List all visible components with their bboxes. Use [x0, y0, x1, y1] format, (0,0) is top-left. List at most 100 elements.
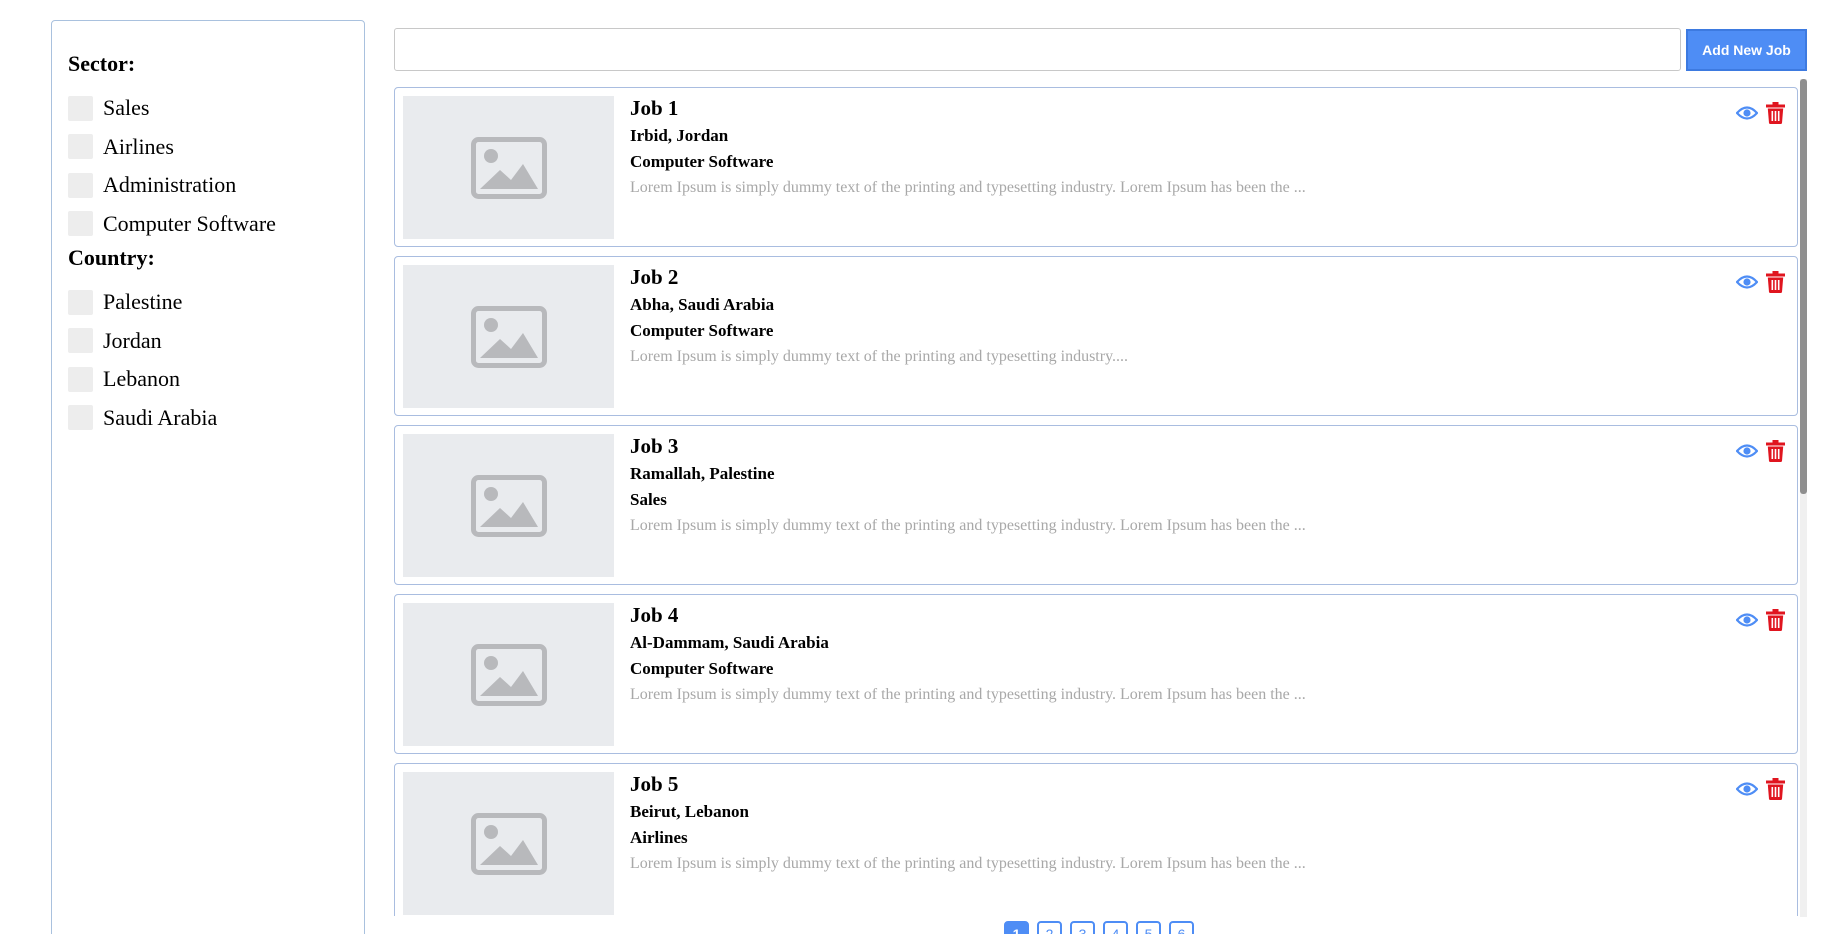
country-checkbox[interactable] [68, 366, 93, 392]
page-button-3[interactable]: 3 [1070, 921, 1095, 934]
filter-option-computer-software[interactable]: Computer Software [68, 205, 348, 244]
scrollbar-thumb[interactable] [1800, 79, 1807, 494]
job-actions [1736, 440, 1785, 462]
search-input[interactable] [394, 28, 1681, 71]
trash-icon[interactable] [1766, 609, 1785, 631]
filter-option-administration[interactable]: Administration [68, 166, 348, 205]
page-button-4[interactable]: 4 [1103, 921, 1128, 934]
country-checkbox[interactable] [68, 405, 93, 431]
job-info: Job 1 Irbid, Jordan Computer Software Lo… [630, 96, 1697, 198]
trash-icon[interactable] [1766, 102, 1785, 124]
image-placeholder-icon [470, 136, 547, 199]
job-sector: Computer Software [630, 321, 774, 340]
job-card: Job 5 Beirut, Lebanon Airlines Lorem Ips… [394, 763, 1798, 916]
trash-icon[interactable] [1766, 778, 1785, 800]
country-checkbox[interactable] [68, 328, 93, 354]
job-actions [1736, 271, 1785, 293]
job-thumbnail [403, 603, 614, 746]
filter-option-palestine[interactable]: Palestine [68, 283, 348, 322]
filter-label: Saudi Arabia [103, 404, 218, 430]
job-title: Job 4 [630, 603, 679, 627]
filter-option-sales[interactable]: Sales [68, 89, 348, 128]
job-info: Job 2 Abha, Saudi Arabia Computer Softwa… [630, 265, 1697, 367]
filter-option-jordan[interactable]: Jordan [68, 322, 348, 361]
job-thumbnail [403, 265, 614, 408]
job-title: Job 5 [630, 772, 679, 796]
pagination: 1 2 3 4 5 6 [1004, 921, 1194, 934]
add-new-job-button[interactable]: Add New Job [1686, 29, 1807, 71]
eye-icon[interactable] [1736, 612, 1758, 628]
filter-label: Computer Software [103, 210, 276, 236]
job-card: Job 3 Ramallah, Palestine Sales Lorem Ip… [394, 425, 1798, 585]
eye-icon[interactable] [1736, 105, 1758, 121]
job-sector: Airlines [630, 828, 688, 847]
view-job-button[interactable] [1736, 443, 1758, 459]
delete-job-button[interactable] [1766, 778, 1785, 800]
delete-job-button[interactable] [1766, 102, 1785, 124]
delete-job-button[interactable] [1766, 271, 1785, 293]
trash-icon[interactable] [1766, 440, 1785, 462]
sector-checkbox[interactable] [68, 211, 93, 237]
filter-option-saudi-arabia[interactable]: Saudi Arabia [68, 399, 348, 438]
filter-label: Administration [103, 172, 237, 198]
view-job-button[interactable] [1736, 274, 1758, 290]
job-title: Job 2 [630, 265, 679, 289]
job-actions [1736, 102, 1785, 124]
sector-heading: Sector: [68, 51, 136, 76]
job-list-scrollbar[interactable] [1800, 79, 1807, 917]
view-job-button[interactable] [1736, 781, 1758, 797]
job-actions [1736, 609, 1785, 631]
job-info: Job 5 Beirut, Lebanon Airlines Lorem Ips… [630, 772, 1697, 874]
country-heading: Country: [68, 245, 155, 270]
image-placeholder-icon [470, 812, 547, 875]
sector-checkbox[interactable] [68, 172, 93, 198]
job-description: Lorem Ipsum is simply dummy text of the … [630, 517, 1306, 534]
job-location: Irbid, Jordan [630, 126, 729, 145]
delete-job-button[interactable] [1766, 440, 1785, 462]
job-title: Job 1 [630, 96, 679, 120]
filter-label: Airlines [103, 133, 174, 159]
page-button-6[interactable]: 6 [1169, 921, 1194, 934]
image-placeholder-icon [470, 474, 547, 537]
job-description: Lorem Ipsum is simply dummy text of the … [630, 179, 1306, 196]
filter-label: Lebanon [103, 366, 180, 392]
sector-checkbox[interactable] [68, 95, 93, 121]
job-description: Lorem Ipsum is simply dummy text of the … [630, 855, 1306, 872]
trash-icon[interactable] [1766, 271, 1785, 293]
job-sector: Sales [630, 490, 667, 509]
job-info: Job 4 Al-Dammam, Saudi Arabia Computer S… [630, 603, 1697, 705]
job-info: Job 3 Ramallah, Palestine Sales Lorem Ip… [630, 434, 1697, 536]
job-sector: Computer Software [630, 152, 774, 171]
job-thumbnail [403, 434, 614, 577]
image-placeholder-icon [470, 305, 547, 368]
country-checkbox[interactable] [68, 289, 93, 315]
job-actions [1736, 778, 1785, 800]
filter-option-airlines[interactable]: Airlines [68, 128, 348, 167]
filter-option-lebanon[interactable]: Lebanon [68, 360, 348, 399]
job-thumbnail [403, 96, 614, 239]
page-button-5[interactable]: 5 [1136, 921, 1161, 934]
view-job-button[interactable] [1736, 612, 1758, 628]
job-title: Job 3 [630, 434, 679, 458]
view-job-button[interactable] [1736, 105, 1758, 121]
job-location: Abha, Saudi Arabia [630, 295, 775, 314]
job-thumbnail [403, 772, 614, 915]
page-button-1[interactable]: 1 [1004, 921, 1029, 934]
job-location: Ramallah, Palestine [630, 464, 775, 483]
job-card: Job 4 Al-Dammam, Saudi Arabia Computer S… [394, 594, 1798, 754]
filter-label: Palestine [103, 289, 183, 315]
job-location: Al-Dammam, Saudi Arabia [630, 633, 829, 652]
delete-job-button[interactable] [1766, 609, 1785, 631]
filter-label: Jordan [103, 327, 162, 353]
job-card: Job 1 Irbid, Jordan Computer Software Lo… [394, 87, 1798, 247]
job-list[interactable]: Job 1 Irbid, Jordan Computer Software Lo… [394, 87, 1798, 916]
job-description: Lorem Ipsum is simply dummy text of the … [630, 686, 1306, 703]
job-description: Lorem Ipsum is simply dummy text of the … [630, 348, 1129, 365]
eye-icon[interactable] [1736, 443, 1758, 459]
eye-icon[interactable] [1736, 274, 1758, 290]
image-placeholder-icon [470, 643, 547, 706]
filter-label: Sales [103, 95, 150, 121]
eye-icon[interactable] [1736, 781, 1758, 797]
sector-checkbox[interactable] [68, 134, 93, 160]
page-button-2[interactable]: 2 [1037, 921, 1062, 934]
